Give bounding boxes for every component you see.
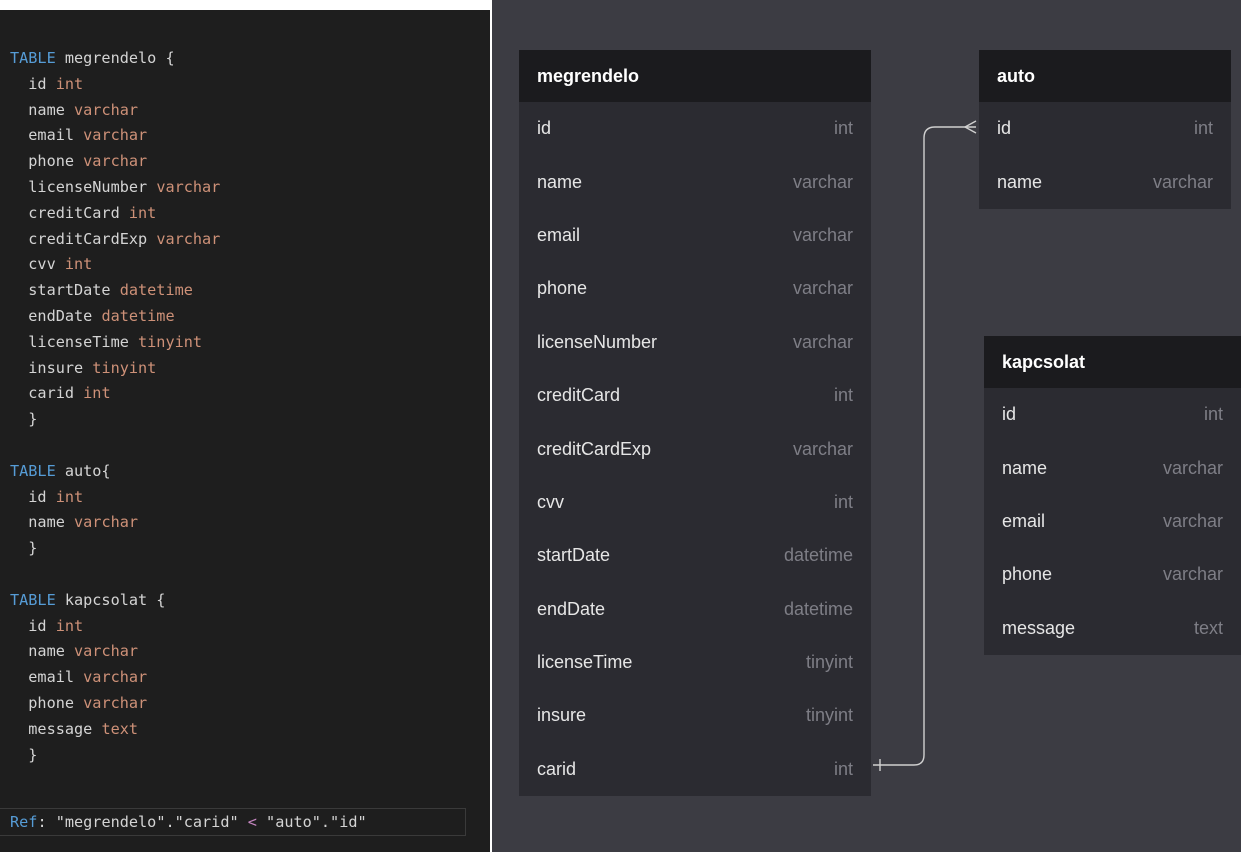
code-line: creditCardExp varchar: [10, 229, 221, 248]
relationship-connector[interactable]: [492, 0, 1241, 852]
ref-operator: <: [238, 813, 267, 831]
code-line: phone varchar: [10, 693, 148, 712]
code-line: id int: [10, 616, 84, 635]
code-lines[interactable]: TABLE megrendelo { id int name varchar e…: [10, 46, 220, 768]
ref-line[interactable]: Ref: "megrendelo"."carid" < "auto"."id": [0, 808, 466, 836]
code-line: phone varchar: [10, 152, 148, 171]
code-line: id int: [10, 487, 84, 506]
code-line: email varchar: [10, 126, 148, 145]
code-line: id int: [10, 74, 84, 93]
ref-left: "megrendelo"."carid": [55, 813, 239, 831]
code-line: licenseTime tinyint: [10, 332, 203, 351]
code-line: }: [10, 539, 38, 558]
code-line: TABLE auto{: [10, 461, 111, 480]
ref-right: "auto"."id": [266, 813, 367, 831]
code-line: cvv int: [10, 255, 93, 274]
diagram-canvas[interactable]: megrendelo id int name varchar email varcha…: [492, 0, 1241, 852]
code-line: name varchar: [10, 642, 139, 661]
code-line: endDate datetime: [10, 306, 175, 325]
code-line: name varchar: [10, 100, 139, 119]
code-line: }: [10, 745, 38, 764]
ref-keyword: Ref: [10, 813, 38, 831]
code-line: startDate datetime: [10, 281, 193, 300]
code-line: name varchar: [10, 513, 139, 532]
code-editor[interactable]: TABLE megrendelo { id int name varchar e…: [0, 10, 490, 852]
code-line: email varchar: [10, 668, 148, 687]
code-line: carid int: [10, 384, 111, 403]
code-line: message text: [10, 719, 139, 738]
relationship-line: [873, 126, 976, 766]
code-line: insure tinyint: [10, 358, 157, 377]
code-line: creditCard int: [10, 203, 157, 222]
code-line: TABLE megrendelo {: [10, 49, 175, 67]
code-line: }: [10, 410, 38, 429]
code-line: licenseNumber varchar: [10, 177, 221, 196]
code-line: TABLE kapcsolat {: [10, 590, 166, 609]
